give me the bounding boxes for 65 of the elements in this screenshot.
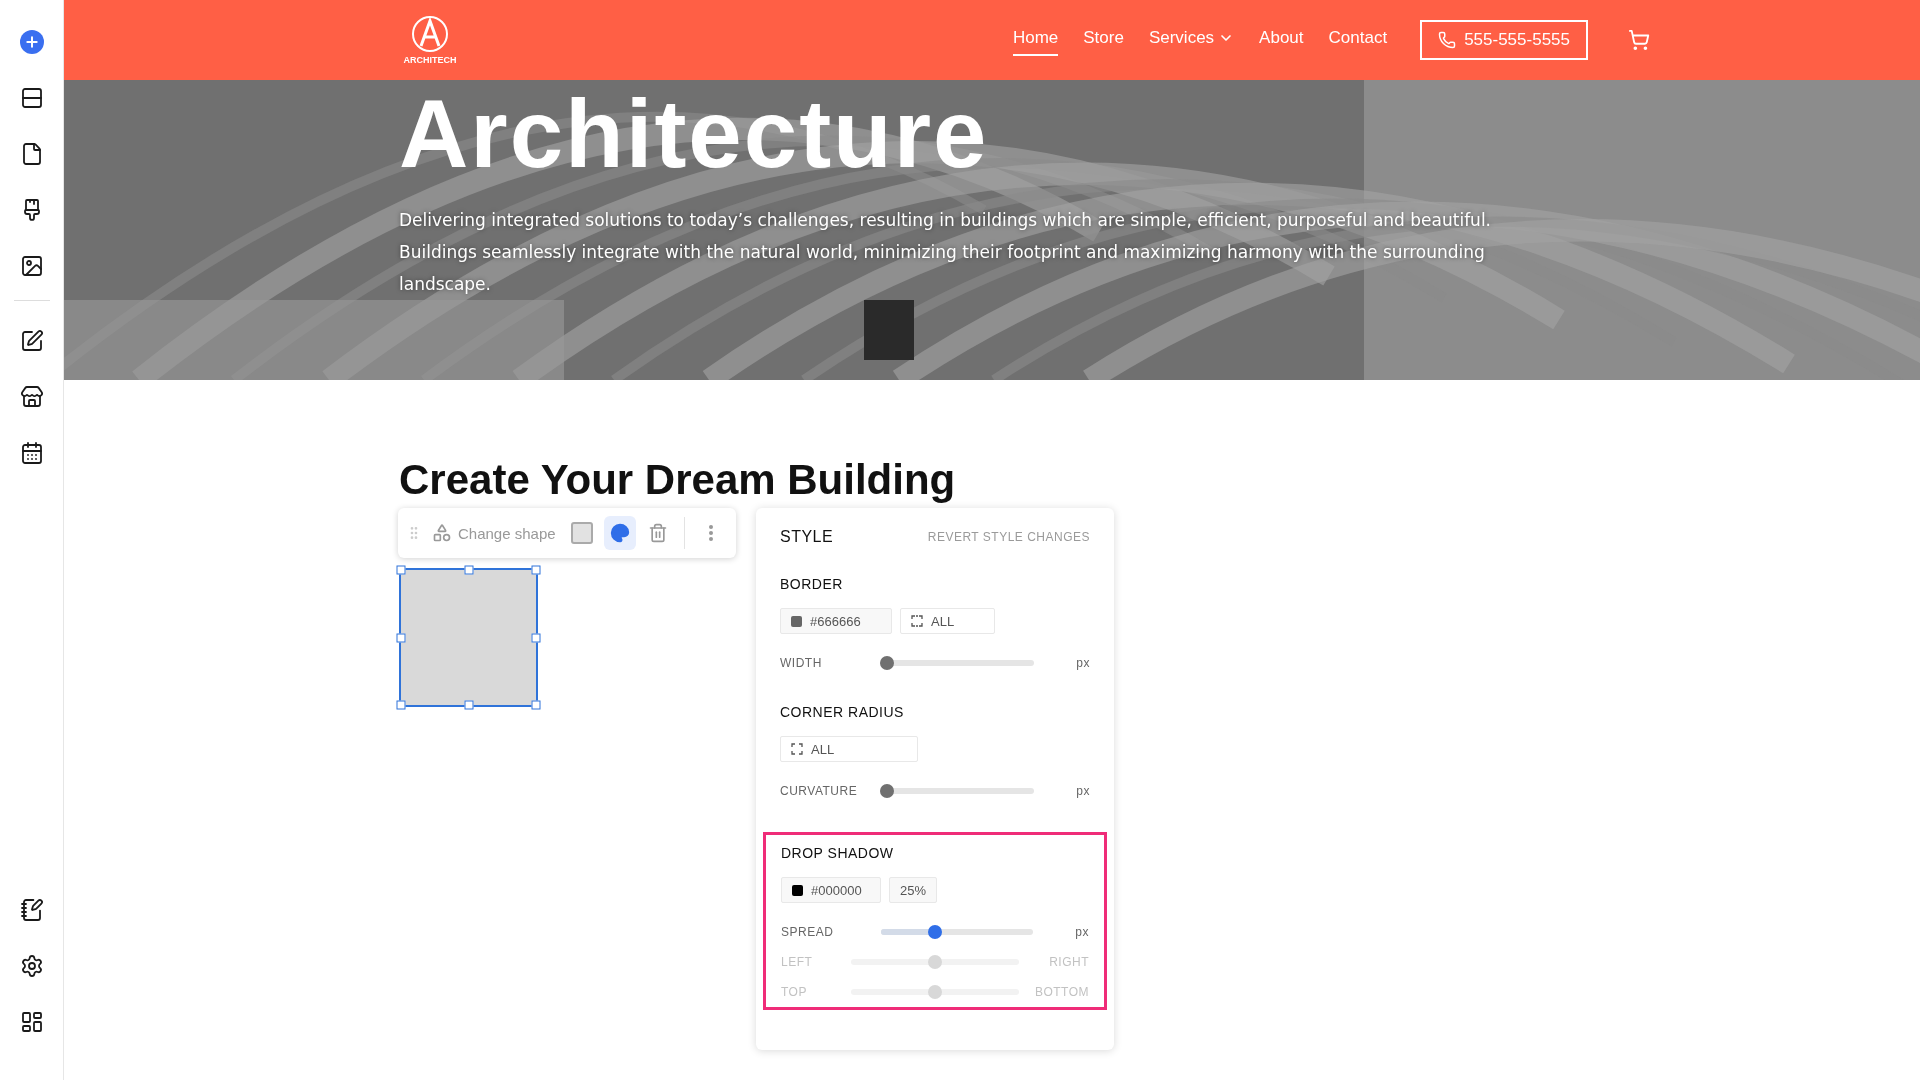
sides-select[interactable]: ALL (900, 608, 995, 634)
slider-thumb[interactable] (880, 784, 894, 798)
slider-label: RIGHT (1048, 955, 1089, 969)
palette-icon (609, 523, 630, 543)
opacity-field[interactable]: 25% (889, 877, 937, 903)
color-field[interactable]: #666666 (780, 608, 892, 634)
section-title: BORDER (780, 576, 844, 592)
nav-link[interactable]: Store (1083, 24, 1124, 56)
settings-icon (19, 954, 44, 978)
trash-icon (647, 523, 668, 543)
fill-swatch-icon (570, 522, 593, 544)
slider-label: BOTTOM (1033, 985, 1089, 999)
nav-link[interactable]: Services (1148, 24, 1235, 56)
color-field[interactable]: #000000 (781, 877, 881, 903)
nav-link[interactable]: About (1259, 24, 1304, 56)
add-button[interactable] (19, 30, 44, 54)
dashboard-icon (19, 1010, 44, 1034)
resize-handle[interactable] (531, 700, 541, 710)
resize-handle[interactable] (531, 633, 541, 642)
edit-icon (19, 329, 44, 353)
resize-handle[interactable] (396, 633, 406, 642)
revert-link[interactable]: REVERT STYLE CHANGES (927, 530, 1090, 544)
style-button[interactable] (603, 516, 636, 550)
corners-icon (791, 743, 803, 755)
image-icon (19, 254, 44, 278)
unit-label: px (1075, 784, 1090, 798)
slider-thumb[interactable] (927, 925, 942, 939)
logo-text: ARCHITECH (403, 55, 457, 65)
corners-icon (911, 615, 923, 627)
nav-link[interactable]: Home (1012, 24, 1059, 56)
section-heading: Create Your Dream Building (399, 456, 957, 504)
cart-icon (1628, 29, 1650, 51)
logo-icon (411, 15, 449, 53)
plus-icon (23, 34, 40, 50)
phone-icon (1438, 31, 1457, 49)
calendar-icon (19, 441, 44, 465)
resize-handle[interactable] (396, 700, 406, 710)
sides-select[interactable]: ALL (780, 736, 918, 762)
slider-label: TOP (781, 985, 808, 999)
slider-thumb[interactable] (880, 656, 894, 670)
hero-text: Delivering integrated solutions to today’s challenges, resulting in buildings which are simple, efficient, purposeful and beautiful. Buildings seamlessly integrate with the natural world, minimizing their footprint and maximizing harmony with the surrounding landscape. (399, 209, 1493, 296)
panel-title: STYLE (780, 528, 834, 546)
phone-button[interactable]: 555-555-5555 (1420, 20, 1588, 60)
resize-handle[interactable] (531, 565, 541, 575)
notebook-pen-icon (19, 898, 44, 922)
cart-button[interactable] (1628, 29, 1650, 51)
slider-label: SPREAD (781, 925, 835, 939)
slider-label: CURVATURE (780, 784, 859, 798)
layers-icon (19, 86, 44, 110)
resize-handle[interactable] (396, 565, 406, 575)
hero-title: Architecture (399, 84, 990, 184)
slider-label: LEFT (781, 955, 814, 969)
section-title: DROP SHADOW (781, 845, 895, 861)
resize-handle[interactable] (464, 700, 473, 710)
unit-label: px (1074, 925, 1089, 939)
shapes-icon (432, 523, 452, 543)
unit-label: px (1075, 656, 1090, 670)
resize-handle[interactable] (464, 565, 473, 575)
selected-shape[interactable] (399, 568, 538, 707)
nav-link[interactable]: Contact (1328, 24, 1388, 56)
section-title: CORNER RADIUS (780, 704, 905, 720)
change-shape-button[interactable]: Change shape (428, 516, 560, 550)
store-icon (19, 385, 44, 409)
slider-label: WIDTH (780, 656, 823, 670)
more-icon (708, 525, 713, 541)
